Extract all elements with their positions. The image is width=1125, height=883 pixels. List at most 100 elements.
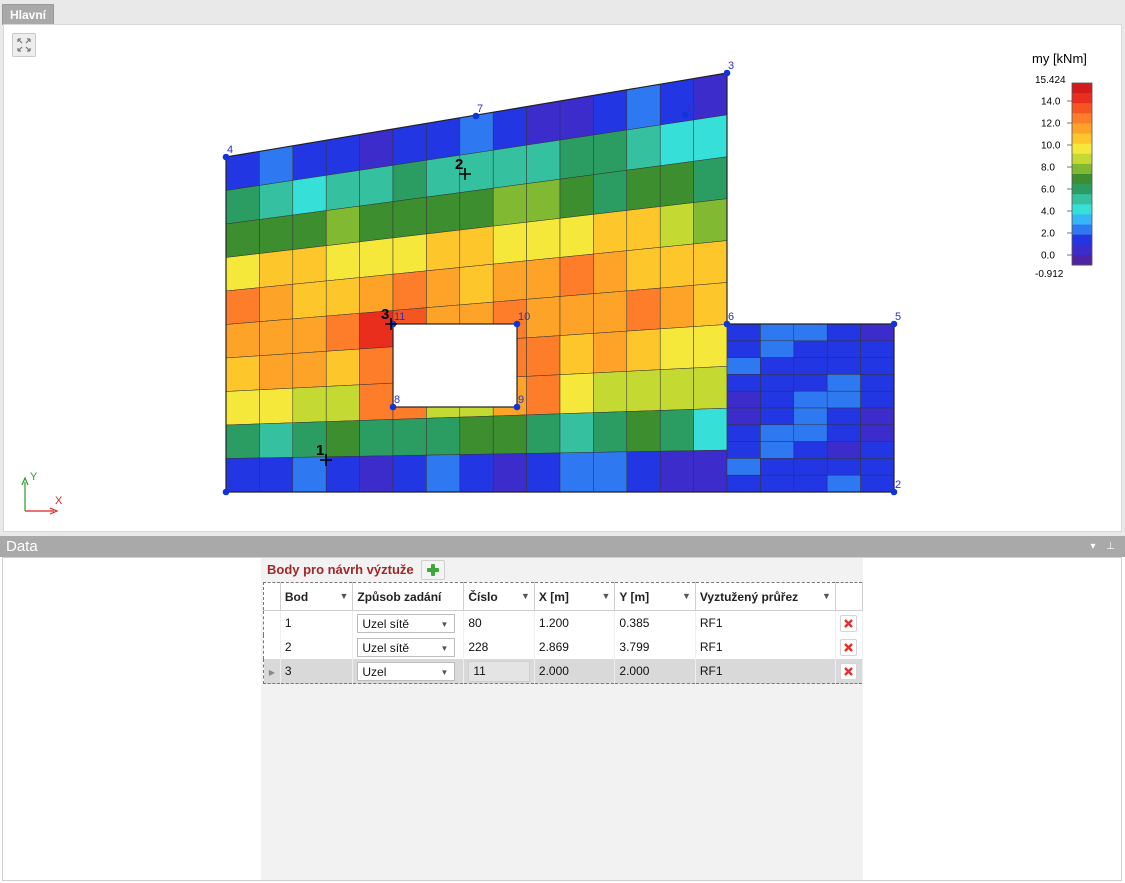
cell-y[interactable]: 2.000 <box>614 659 696 684</box>
mesh-cell <box>225 423 260 459</box>
cell-y[interactable]: 0.385 <box>614 610 696 635</box>
mesh-cell <box>292 245 327 285</box>
design-point-label: 1 <box>316 442 324 459</box>
cell-cislo[interactable]: 228 <box>463 635 535 659</box>
delete-row-button[interactable] <box>839 638 857 656</box>
cell-prurez[interactable]: RF1 <box>695 635 836 659</box>
mesh-cell <box>726 407 761 426</box>
mesh-cell <box>826 323 861 342</box>
node-label: 2 <box>895 479 901 491</box>
mesh-cell <box>259 180 294 220</box>
cell-zpusob[interactable]: Uzel sítě ▼ <box>352 635 465 659</box>
mesh-cell <box>325 384 360 422</box>
node-label: 8 <box>394 394 400 406</box>
mesh-cell <box>626 287 661 332</box>
cell-prurez[interactable]: RF1 <box>695 610 836 635</box>
mesh-cell <box>693 240 728 286</box>
mesh-cell <box>526 178 561 223</box>
mesh-plot: 1 2345678 9101112 123 Y X my [kNm] 15.424 … <box>21 51 1093 515</box>
mesh-cell <box>726 458 761 476</box>
tab-main[interactable]: Hlavní <box>2 4 55 25</box>
add-point-button[interactable] <box>421 560 445 580</box>
mesh-cell <box>593 330 628 374</box>
cell-bod[interactable]: 2 <box>280 635 354 659</box>
mesh-cell <box>292 386 327 424</box>
legend-swatch <box>1072 93 1092 104</box>
mesh-cell <box>659 243 694 289</box>
mesh-cell <box>760 458 795 476</box>
mesh-cell <box>693 282 728 327</box>
legend-swatch <box>1072 234 1092 246</box>
mesh-cell <box>492 183 527 227</box>
mesh-cell <box>559 95 594 141</box>
input-method-select[interactable]: Uzel sítě ▼ <box>357 613 456 633</box>
mesh-cell <box>392 270 427 311</box>
cell-bod[interactable]: 3 <box>280 659 354 684</box>
table-row[interactable]: 2 Uzel sítě ▼ 228 2.869 3.799 RF1 <box>263 635 864 659</box>
filter-icon[interactable]: ▼ <box>339 591 348 601</box>
table-row[interactable]: 1 Uzel sítě ▼ 80 1.200 0.385 RF1 <box>263 610 864 635</box>
mesh-cell <box>659 450 694 493</box>
mesh-cell <box>793 424 828 442</box>
model-viewport[interactable]: 1 2 3 4 5 6 7 8 9 10 11 12 123 Y X my [kNm] 15.424 … <box>3 24 1122 532</box>
mesh-cell <box>760 357 795 375</box>
axis-triad: Y X <box>21 471 63 515</box>
mesh-cell <box>593 371 628 413</box>
mesh-cell <box>693 114 728 162</box>
cell-x[interactable]: 2.000 <box>534 659 616 684</box>
legend-swatch <box>1072 224 1092 236</box>
mesh-cell <box>426 192 461 235</box>
mesh-cell <box>225 253 260 292</box>
mesh-cell <box>793 458 828 476</box>
mesh-cell <box>626 165 661 211</box>
mesh-cell <box>593 290 628 334</box>
cell-cislo[interactable]: 80 <box>463 610 535 635</box>
legend-tick-label: 2.0 <box>1041 229 1055 240</box>
cell-x[interactable]: 2.869 <box>534 635 616 659</box>
mesh-cell <box>459 187 494 231</box>
mesh-cell <box>760 407 795 426</box>
close-icon <box>844 618 853 628</box>
cell-x[interactable]: 1.200 <box>534 610 616 635</box>
filter-icon[interactable]: ▼ <box>601 591 610 601</box>
column-header-bod[interactable]: Bod ▼ <box>280 582 354 611</box>
delete-row-button[interactable] <box>839 614 857 632</box>
mesh-cell <box>392 159 427 202</box>
node-number-input[interactable]: 11 <box>468 660 530 682</box>
filter-icon[interactable]: ▼ <box>682 591 691 601</box>
mesh-cell <box>492 414 527 455</box>
mesh-cell <box>826 390 861 409</box>
column-header-x[interactable]: X [m] ▼ <box>534 582 616 611</box>
cell-bod[interactable]: 1 <box>280 610 354 635</box>
mesh-cell <box>793 474 828 493</box>
cell-cislo[interactable]: 11 <box>463 659 535 684</box>
column-header-y[interactable]: Y [m] ▼ <box>614 582 696 611</box>
cell-prurez[interactable]: RF1 <box>695 659 836 684</box>
table-row-selected[interactable]: ▶ 3 Uzel ▼ 11 2.000 2.000 RF1 <box>263 659 864 684</box>
y-axis-label: Y <box>30 471 38 483</box>
legend-tick-label: 10.0 <box>1041 141 1061 152</box>
mesh-cell <box>860 407 895 426</box>
column-header-zpusob[interactable]: Způsob zadání <box>352 582 465 611</box>
mesh-cell <box>325 205 360 247</box>
mesh-cell <box>225 355 260 392</box>
cell-zpusob[interactable]: Uzel ▼ <box>352 659 465 684</box>
cell-zpusob[interactable]: Uzel sítě ▼ <box>352 610 465 635</box>
delete-row-button[interactable] <box>839 662 857 680</box>
mesh-cell <box>626 410 661 453</box>
legend-swatch <box>1072 143 1092 155</box>
chevron-down-icon: ▼ <box>440 643 449 653</box>
input-method-select[interactable]: Uzel ▼ <box>357 661 456 681</box>
column-header-cislo[interactable]: Číslo ▼ <box>463 582 535 611</box>
column-header-prurez[interactable]: Vyztužený průřez ▼ <box>695 582 836 611</box>
node-label: 5 <box>895 311 901 323</box>
filter-icon[interactable]: ▼ <box>822 591 831 601</box>
mesh-cell <box>726 323 761 342</box>
cell-y[interactable]: 3.799 <box>614 635 696 659</box>
data-panel-title: Data <box>6 538 38 555</box>
input-method-select[interactable]: Uzel sítě ▼ <box>357 637 456 657</box>
mesh-cell <box>325 241 360 282</box>
mesh-cell <box>593 210 628 255</box>
pin-icon[interactable]: ▾ ⊥ <box>1090 536 1119 557</box>
filter-icon[interactable]: ▼ <box>521 591 530 601</box>
